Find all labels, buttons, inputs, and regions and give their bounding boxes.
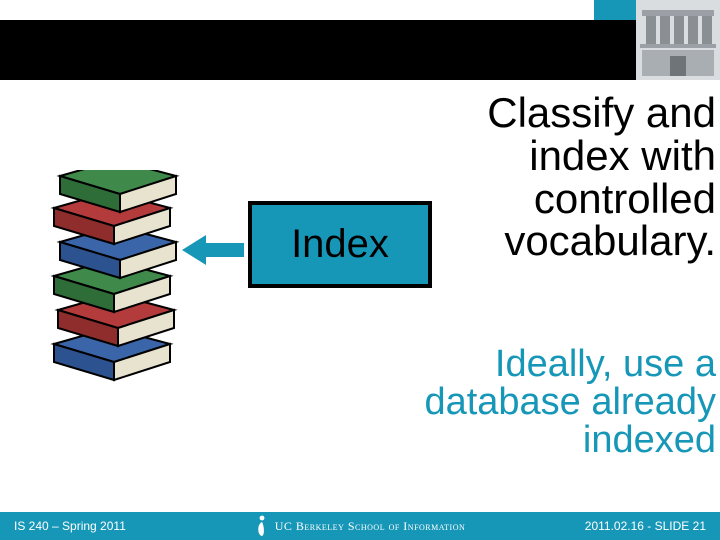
index-label: Index (291, 222, 389, 267)
building-photo-icon (636, 0, 720, 80)
books-icon (44, 170, 184, 390)
header-photo-thumbnail (636, 0, 720, 80)
footer-slide-number: 2011.02.16 - SLIDE 21 (585, 519, 706, 533)
index-process-box: Index (248, 201, 432, 288)
slide-footer: IS 240 – Spring 2011 UC Berkeley School … (0, 512, 720, 540)
arrow-left-icon (182, 235, 244, 265)
arrow-left (182, 235, 244, 265)
slide: Index Classify and index with controlled… (0, 0, 720, 540)
ischool-logo-icon (255, 515, 269, 537)
slide-heading: Classify and index with controlled vocab… (440, 92, 716, 263)
footer-affiliation-text: UC Berkeley School of Information (275, 519, 466, 534)
book-stack-illustration (44, 170, 184, 390)
slide-subheading: Ideally, use a database already indexed (376, 345, 716, 459)
header-black-band (0, 20, 640, 80)
